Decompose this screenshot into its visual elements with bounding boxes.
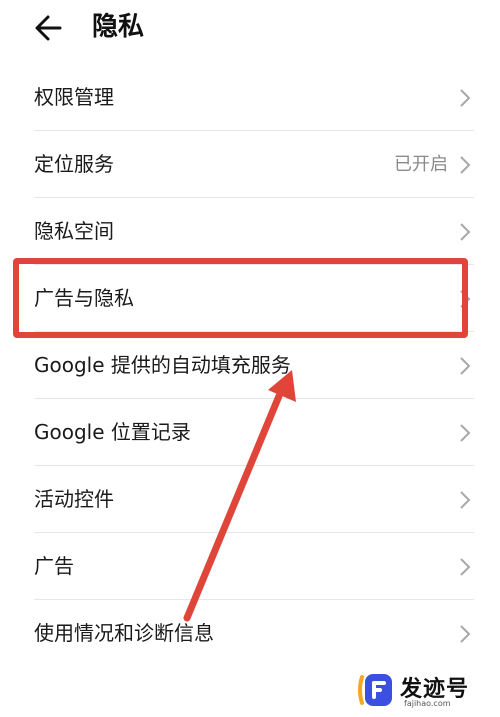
list-item-google-autofill[interactable]: Google 提供的自动填充服务 [0,332,500,399]
list-item-private-space[interactable]: 隐私空间 [0,198,500,265]
header: 隐私 [0,0,500,58]
list-item-label: 定位服务 [34,152,114,176]
arrow-left-icon[interactable] [30,10,70,46]
chevron-right-icon [460,223,471,241]
list-item-label: Google 位置记录 [34,420,191,444]
list-item-ads[interactable]: 广告 [0,533,500,600]
chevron-right-icon [460,89,471,107]
list-item-permission-management[interactable]: 权限管理 [0,64,500,131]
list-item-usage-and-diagnostics[interactable]: 使用情况和诊断信息 [0,600,500,667]
page-title: 隐私 [92,12,145,42]
list-item-google-location-history[interactable]: Google 位置记录 [0,399,500,466]
chevron-right-icon [460,357,471,375]
chevron-right-icon [460,558,471,576]
list-item-label: 活动控件 [34,487,114,511]
highlight-box [13,258,468,338]
list-item-label: 广告 [34,554,74,578]
brand-logo-icon [358,674,392,706]
status-value: 已开启 [394,154,448,175]
chevron-right-icon [460,424,471,442]
list-item-label: Google 提供的自动填充服务 [34,353,291,377]
list-item-label: 使用情况和诊断信息 [34,621,214,645]
list-item-location-services[interactable]: 定位服务 已开启 [0,131,500,198]
list-item-activity-controls[interactable]: 活动控件 [0,466,500,533]
watermark-url: fajihao.com [404,699,451,708]
watermark: 发迹号 fajihao.com [356,669,486,713]
list-item-label: 权限管理 [34,85,114,109]
list-item-label: 隐私空间 [34,219,114,243]
chevron-right-icon [460,625,471,643]
back-button[interactable] [30,10,70,46]
chevron-right-icon [460,156,471,174]
chevron-right-icon [460,491,471,509]
settings-list: 权限管理 定位服务 已开启 隐私空间 广告与隐私 Google 提供的自动填充服… [0,64,500,667]
